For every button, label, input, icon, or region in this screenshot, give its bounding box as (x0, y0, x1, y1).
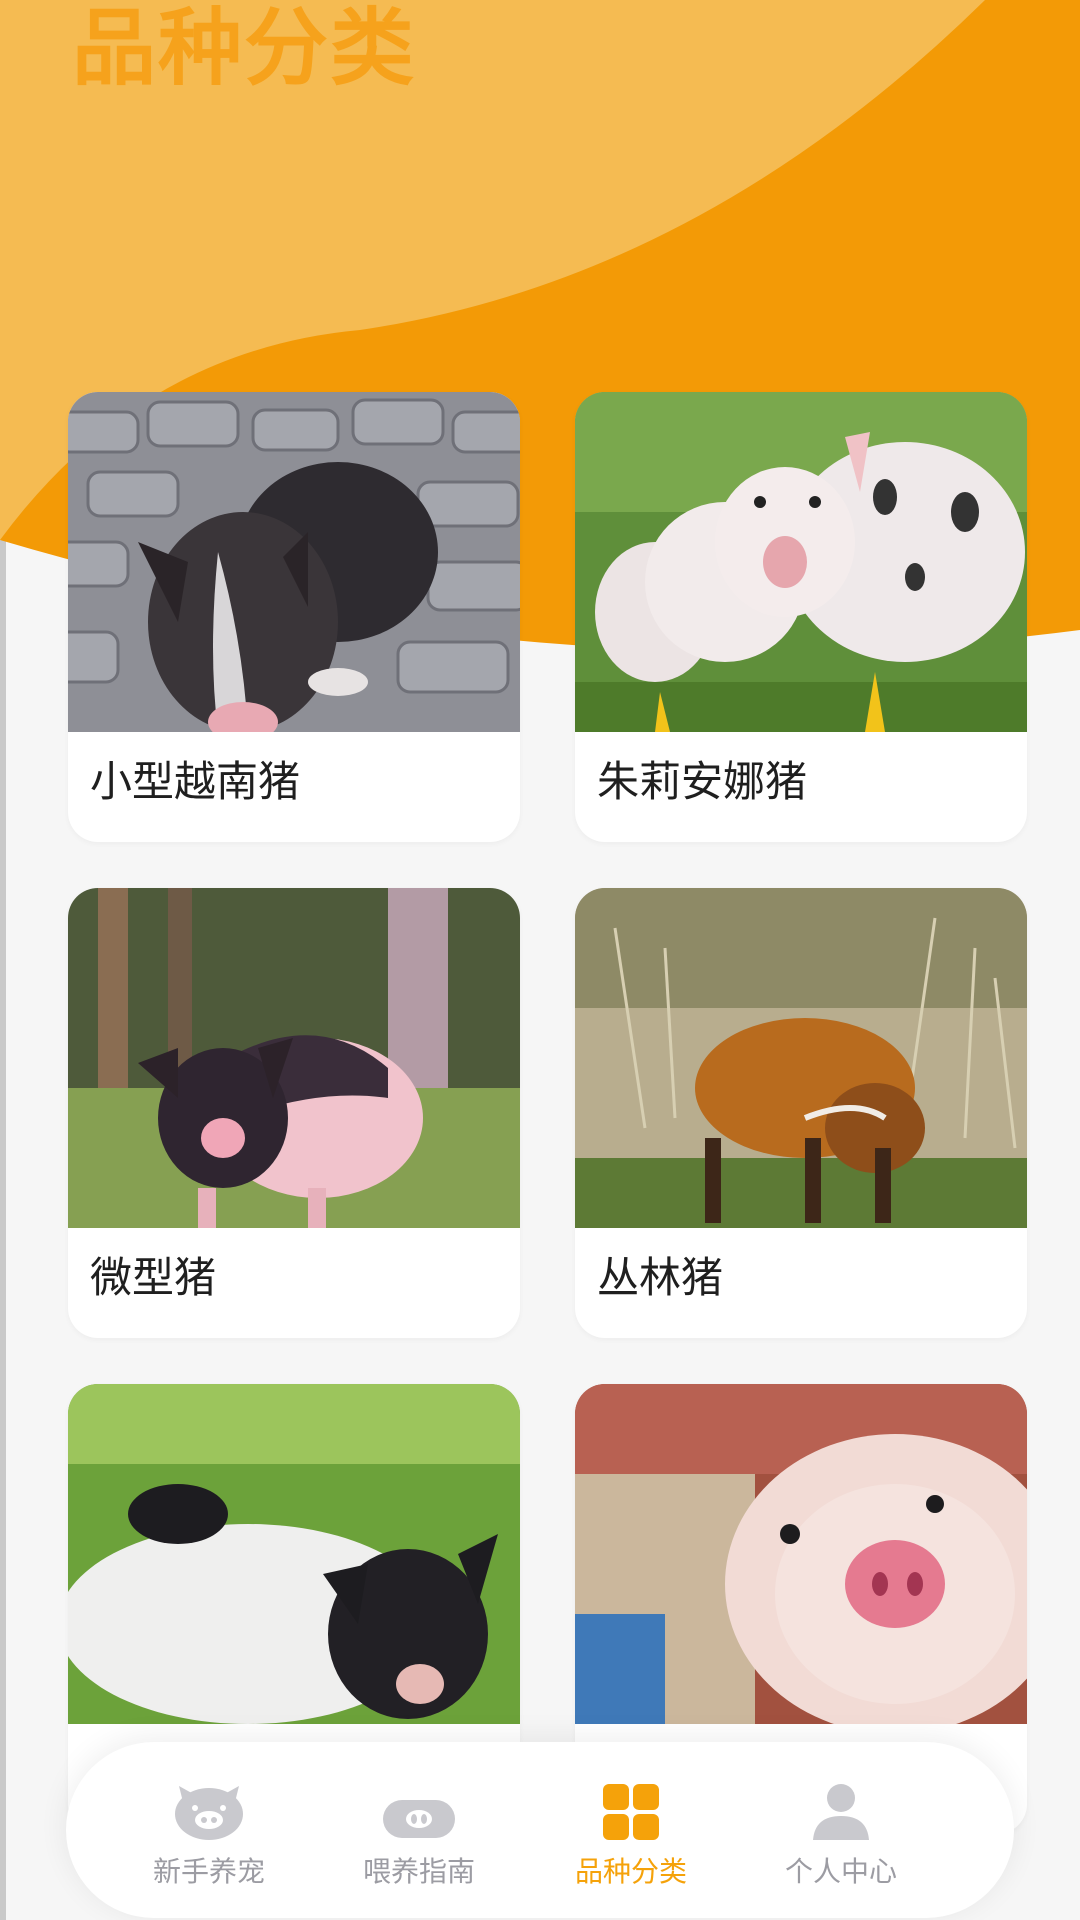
breed-name: 微型猪 (90, 1253, 217, 1302)
pig-snout-icon (383, 1800, 455, 1838)
tab-feeding-guide[interactable]: 喂养指南 (324, 1782, 514, 1902)
breed-card[interactable]: 朱莉安娜猪 (575, 392, 1027, 842)
page-title: 品种分类 (72, 0, 417, 97)
spotted-juliana-pigs-photo (575, 392, 1027, 732)
tab-label: 个人中心 (784, 1855, 897, 1888)
breed-card[interactable]: 丛林猪 (575, 888, 1027, 1338)
tab-personal-center[interactable]: 个人中心 (746, 1782, 936, 1902)
black-pink-micro-pig-photo (68, 888, 520, 1228)
pink-piglet-closeup-photo (575, 1384, 1027, 1724)
breed-name: 小型越南猪 (90, 757, 301, 806)
breed-card[interactable]: 小型越南猪 (68, 392, 520, 842)
tab-breed-category[interactable]: 品种分类 (536, 1782, 726, 1902)
tab-label: 新手养宠 (152, 1855, 265, 1888)
grid-icon (603, 1784, 659, 1840)
tab-label: 品种分类 (574, 1855, 687, 1888)
black-potbelly-pig-photo (68, 392, 520, 732)
red-river-hog-photo (575, 888, 1027, 1228)
breed-name: 丛林猪 (597, 1253, 724, 1302)
pig-face-icon (175, 1786, 243, 1840)
breed-card[interactable]: 微型猪 (68, 888, 520, 1338)
black-white-piglet-photo (68, 1384, 520, 1724)
person-icon (813, 1784, 869, 1840)
breed-name: 朱莉安娜猪 (597, 757, 808, 806)
tab-newbie-pet[interactable]: 新手养宠 (114, 1782, 304, 1902)
bottom-tab-bar: 新手养宠 喂养指南 品种分类 个人中心 (66, 1742, 1014, 1918)
tab-label: 喂养指南 (362, 1855, 475, 1888)
